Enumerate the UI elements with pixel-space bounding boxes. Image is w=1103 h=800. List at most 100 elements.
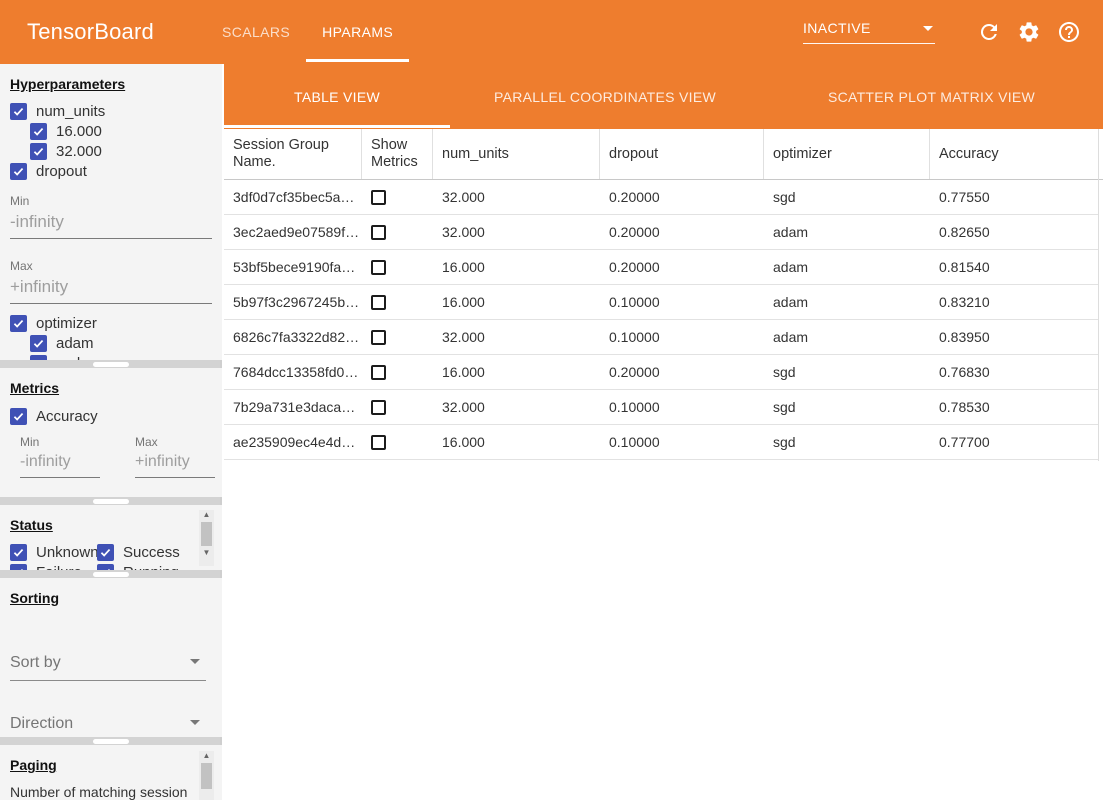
column-header-num-units[interactable]: num_units — [433, 129, 600, 179]
checkbox-unchecked[interactable] — [371, 435, 386, 450]
hparam-num-units[interactable]: num_units — [10, 102, 222, 120]
column-header-dropout[interactable]: dropout — [600, 129, 764, 179]
table-header-row: Session Group Name. Show Metrics num_uni… — [224, 129, 1103, 180]
panel-resize-handle[interactable] — [0, 497, 222, 505]
checkbox-unchecked[interactable] — [371, 225, 386, 240]
column-header-optimizer[interactable]: optimizer — [764, 129, 930, 179]
optimizer-value: adam — [764, 294, 930, 310]
checkbox-unchecked[interactable] — [371, 365, 386, 380]
checkbox-checked[interactable] — [30, 143, 47, 160]
session-group-name: 5b97f3c2967245b… — [224, 294, 362, 310]
checkbox-checked[interactable] — [10, 163, 27, 180]
table-row[interactable]: 5b97f3c2967245b… 16.000 0.10000 adam 0.8… — [224, 285, 1098, 320]
checkbox-unchecked[interactable] — [371, 260, 386, 275]
scroll-down-icon[interactable]: ▼ — [203, 548, 211, 558]
status-scrollbar[interactable]: ▲ ▼ — [199, 510, 214, 566]
metric-accuracy[interactable]: Accuracy — [10, 407, 222, 425]
paging-scrollbar[interactable]: ▲ — [199, 751, 214, 800]
session-groups-table: Session Group Name. Show Metrics num_uni… — [224, 129, 1103, 800]
table-row[interactable]: 7b29a731e3daca… 32.000 0.10000 sgd 0.785… — [224, 390, 1098, 425]
sorting-panel: Sorting Sort by Direction — [0, 578, 222, 737]
sort-by-select[interactable]: Sort by — [10, 650, 206, 681]
checkbox-checked[interactable] — [10, 315, 27, 332]
settings-gear-icon[interactable] — [1017, 20, 1041, 44]
checkbox-checked[interactable] — [30, 335, 47, 352]
status-unknown[interactable]: Unknown — [10, 543, 97, 561]
tab-hparams-label: HPARAMS — [322, 24, 393, 40]
refresh-icon[interactable] — [977, 20, 1001, 44]
tab-hparams[interactable]: HPARAMS — [306, 0, 409, 64]
table-row[interactable]: 3ec2aed9e07589f… 32.000 0.20000 adam 0.8… — [224, 215, 1098, 250]
chevron-down-icon — [190, 720, 200, 725]
num-units-value: 32.000 — [433, 189, 600, 205]
scrollbar-thumb[interactable] — [201, 763, 212, 789]
tab-scatter-plot-matrix-view[interactable]: SCATTER PLOT MATRIX VIEW — [760, 64, 1103, 129]
num-units-value: 32.000 — [433, 329, 600, 345]
dropout-value: 0.20000 — [600, 364, 764, 380]
num-units-value: 32.000 — [433, 224, 600, 240]
metric-max-input[interactable] — [135, 449, 215, 478]
dropout-value: 0.20000 — [600, 224, 764, 240]
tensorboard-app: TensorBoard SCALARS HPARAMS INACTIVE — [0, 0, 1103, 800]
scroll-up-icon[interactable]: ▲ — [203, 751, 211, 761]
view-tabs: TABLE VIEW PARALLEL COORDINATES VIEW SCA… — [224, 64, 1103, 129]
session-group-name: 7684dcc13358fd0… — [224, 364, 362, 380]
checkbox-unchecked[interactable] — [371, 295, 386, 310]
checkbox-unchecked[interactable] — [371, 330, 386, 345]
num-units-value: 16.000 — [433, 434, 600, 450]
table-row[interactable]: ae235909ec4e4d… 16.000 0.10000 sgd 0.777… — [224, 425, 1098, 460]
status-success[interactable]: Success — [97, 543, 195, 561]
reload-status-select[interactable]: INACTIVE — [803, 20, 935, 44]
checkbox-unchecked[interactable] — [371, 400, 386, 415]
dropout-value: 0.20000 — [600, 189, 764, 205]
status-options: Unknown Success Failure Running — [10, 541, 195, 570]
column-header-session-group-name[interactable]: Session Group Name. — [224, 129, 362, 179]
scroll-up-icon[interactable]: ▲ — [203, 510, 211, 520]
chevron-down-icon — [923, 26, 933, 31]
num-units-value-16[interactable]: 16.000 — [30, 122, 222, 140]
help-icon[interactable] — [1057, 20, 1081, 44]
session-group-name: ae235909ec4e4d… — [224, 434, 362, 450]
reload-status-value: INACTIVE — [803, 20, 871, 36]
scrollbar-thumb[interactable] — [201, 522, 212, 546]
column-header-show-metrics[interactable]: Show Metrics — [362, 129, 433, 179]
num-units-value: 16.000 — [433, 259, 600, 275]
checkbox-checked[interactable] — [10, 544, 27, 561]
status-running[interactable]: Running — [97, 563, 195, 570]
status-panel: Status Unknown Success Failure Running — [0, 505, 222, 570]
hparam-optimizer[interactable]: optimizer — [10, 314, 222, 332]
metric-min-input[interactable] — [20, 449, 100, 478]
hparam-dropout[interactable]: dropout — [10, 162, 222, 180]
direction-select[interactable]: Direction — [10, 711, 206, 737]
table-row[interactable]: 6826c7fa3322d82… 32.000 0.10000 adam 0.8… — [224, 320, 1098, 355]
checkbox-unchecked[interactable] — [371, 190, 386, 205]
tab-table-view[interactable]: TABLE VIEW — [224, 64, 450, 129]
optimizer-value-adam[interactable]: adam — [30, 334, 222, 352]
status-failure[interactable]: Failure — [10, 563, 97, 570]
status-unknown-label: Unknown — [36, 544, 99, 561]
tab-scalars[interactable]: SCALARS — [206, 0, 306, 64]
paging-heading: Paging — [10, 757, 57, 773]
panel-resize-handle[interactable] — [0, 570, 222, 578]
show-metrics-cell — [362, 365, 433, 380]
column-header-accuracy[interactable]: Accuracy — [930, 129, 1098, 179]
dropout-max-input[interactable] — [10, 273, 212, 304]
sorting-heading: Sorting — [10, 590, 59, 606]
table-row[interactable]: 53bf5bece9190fa… 16.000 0.20000 adam 0.8… — [224, 250, 1098, 285]
checkbox-checked[interactable] — [10, 103, 27, 120]
table-row[interactable]: 7684dcc13358fd0… 16.000 0.20000 sgd 0.76… — [224, 355, 1098, 390]
tab-parallel-coordinates-view[interactable]: PARALLEL COORDINATES VIEW — [450, 64, 760, 129]
panel-resize-handle[interactable] — [0, 737, 222, 745]
plugin-tabs: SCALARS HPARAMS — [206, 0, 409, 64]
dropout-max-label: Max — [10, 259, 222, 273]
table-row[interactable]: 3df0d7cf35bec5a… 32.000 0.20000 sgd 0.77… — [224, 180, 1098, 215]
dropout-min-input[interactable] — [10, 208, 212, 239]
panel-resize-handle[interactable] — [0, 360, 222, 368]
checkbox-checked[interactable] — [30, 123, 47, 140]
num-units-value-32[interactable]: 32.000 — [30, 142, 222, 160]
checkbox-checked[interactable] — [10, 408, 27, 425]
checkbox-checked[interactable] — [97, 544, 114, 561]
num-units-value: 16.000 — [433, 294, 600, 310]
session-group-name: 3df0d7cf35bec5a… — [224, 189, 362, 205]
num-units-value: 32.000 — [433, 399, 600, 415]
